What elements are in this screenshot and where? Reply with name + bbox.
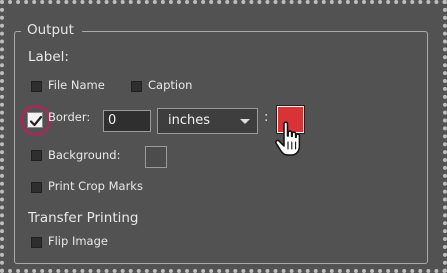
output-legend: Output	[21, 20, 82, 40]
file-name-label: File Name	[48, 78, 105, 92]
border-checkbox-highlight-ring	[20, 105, 51, 136]
border-unit-value: inches	[168, 113, 211, 128]
caption-checkbox[interactable]	[131, 81, 142, 92]
background-label: Background:	[48, 148, 121, 162]
file-name-checkbox[interactable]	[31, 81, 42, 92]
hand-pointer-icon	[275, 121, 301, 156]
border-label: Border:	[48, 110, 91, 124]
chevron-down-icon	[240, 119, 250, 124]
background-checkbox[interactable]	[31, 150, 42, 161]
transfer-printing-heading: Transfer Printing	[28, 210, 139, 226]
border-unit-select[interactable]: inches	[157, 108, 258, 134]
label-heading: Label:	[28, 49, 69, 65]
flip-image-label: Flip Image	[48, 234, 108, 248]
flip-image-checkbox[interactable]	[31, 237, 42, 248]
border-color-colon: :	[264, 110, 269, 125]
border-width-input[interactable]: 0	[103, 110, 151, 132]
print-crop-marks-checkbox[interactable]	[31, 182, 42, 193]
background-color-swatch[interactable]	[145, 146, 167, 168]
caption-label: Caption	[148, 78, 193, 92]
print-crop-marks-label: Print Crop Marks	[48, 179, 143, 193]
